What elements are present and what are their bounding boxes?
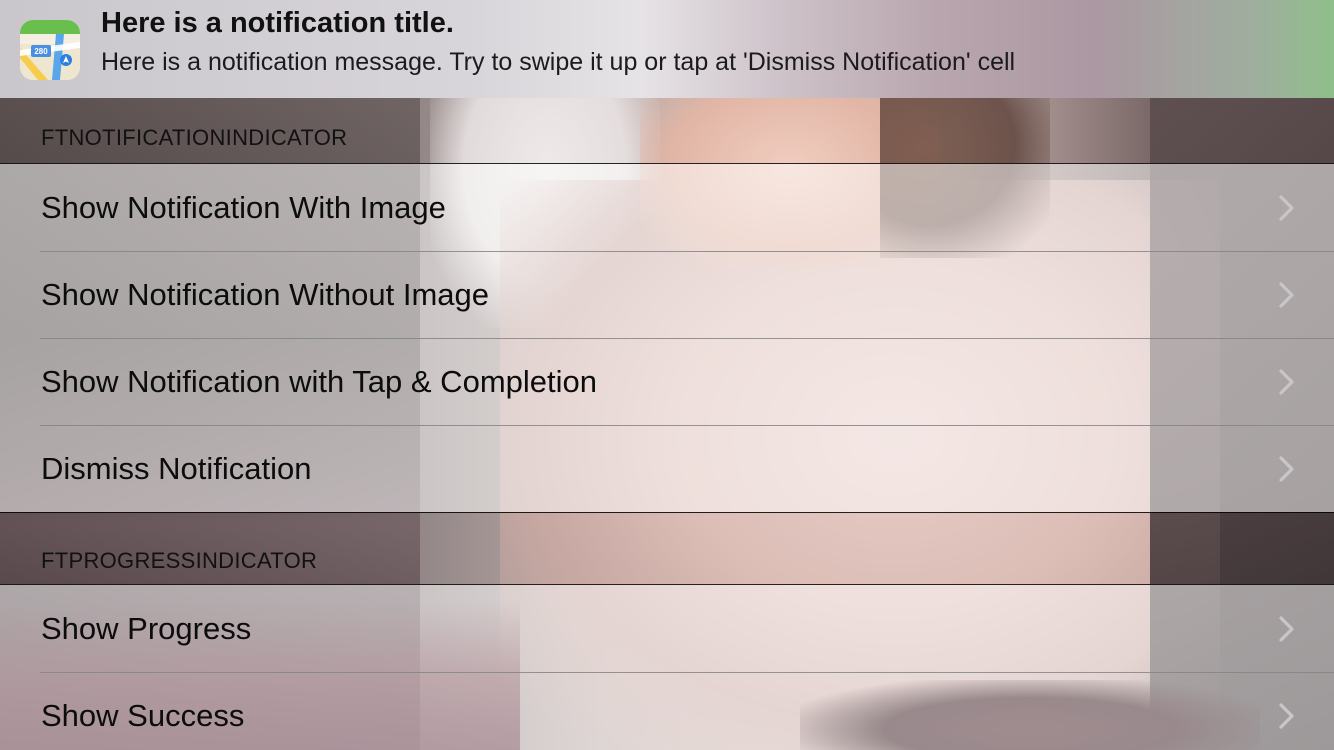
cell-label: Show Success: [41, 697, 245, 733]
cell-label: Show Notification with Tap & Completion: [41, 363, 597, 399]
screen: 280 Here is a notification title. Here i…: [0, 0, 1334, 750]
notification-banner[interactable]: 280 Here is a notification title. Here i…: [0, 0, 1334, 98]
chevron-right-icon: [1279, 455, 1294, 482]
cell-dismiss-notification[interactable]: Dismiss Notification: [0, 425, 1334, 513]
section-header-label: FTNOTIFICATIONINDICATOR: [41, 125, 348, 150]
cell-show-notification-with-tap-completion[interactable]: Show Notification with Tap & Completion: [0, 338, 1334, 426]
chevron-right-icon: [1279, 194, 1294, 221]
cell-show-success[interactable]: Show Success: [0, 672, 1334, 750]
section-header-progress-indicator: FTPROGRESSINDICATOR: [0, 548, 1334, 584]
chevron-right-icon: [1279, 702, 1294, 729]
notification-message: Here is a notification message. Try to s…: [101, 48, 1016, 76]
chevron-right-icon: [1279, 615, 1294, 642]
notification-title: Here is a notification title.: [101, 7, 454, 39]
cell-show-progress[interactable]: Show Progress: [0, 584, 1334, 673]
cell-label: Dismiss Notification: [41, 450, 312, 486]
section-header-notification-indicator: FTNOTIFICATIONINDICATOR: [0, 98, 1334, 163]
cell-show-notification-with-image[interactable]: Show Notification With Image: [0, 163, 1334, 252]
map-badge-text: 280: [34, 47, 48, 56]
section-header-label: FTPROGRESSINDICATOR: [41, 548, 318, 573]
cell-label: Show Notification With Image: [41, 189, 446, 225]
chevron-right-icon: [1279, 281, 1294, 308]
table-view[interactable]: FTNOTIFICATIONINDICATOR Show Notificatio…: [0, 98, 1334, 750]
cell-label: Show Progress: [41, 610, 252, 646]
chevron-right-icon: [1279, 368, 1294, 395]
cell-label: Show Notification Without Image: [41, 276, 489, 312]
row-separator: [0, 512, 1334, 513]
cell-show-notification-without-image[interactable]: Show Notification Without Image: [0, 251, 1334, 339]
maps-app-icon: 280: [20, 20, 80, 80]
